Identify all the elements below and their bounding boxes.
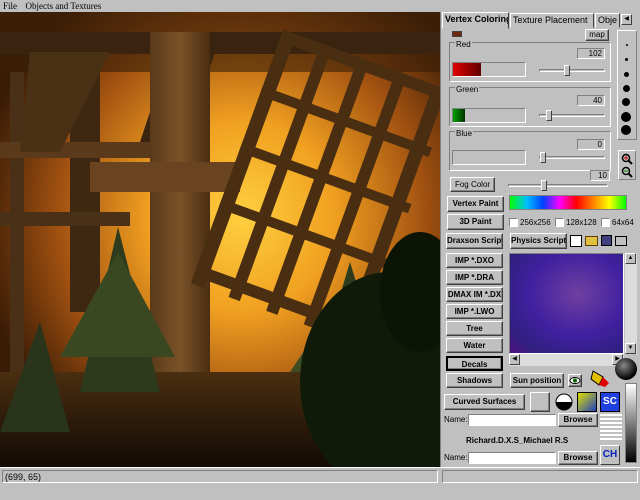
brush-size-6-icon[interactable] bbox=[621, 112, 631, 122]
physics-script-button[interactable]: Physics Script bbox=[510, 233, 567, 249]
credits-text: Richard.D.X.S_Michael R.S bbox=[466, 436, 569, 445]
name-input-2[interactable] bbox=[468, 452, 556, 464]
green-label: Green bbox=[455, 85, 480, 94]
map-button[interactable]: map bbox=[585, 29, 609, 41]
red-label: Red bbox=[455, 40, 472, 49]
eye-icon[interactable] bbox=[568, 374, 582, 387]
tree-button[interactable]: Tree bbox=[446, 321, 503, 336]
menu-file[interactable]: File bbox=[0, 0, 20, 12]
green-slider-thumb[interactable] bbox=[546, 110, 552, 121]
name-label-1: Name: bbox=[444, 415, 468, 424]
red-swatch-frame bbox=[452, 62, 526, 77]
brush-size-3-icon[interactable] bbox=[624, 72, 629, 77]
brush-size-4-icon[interactable] bbox=[623, 85, 630, 92]
sc-button[interactable]: SC bbox=[600, 392, 620, 412]
tab-objects[interactable]: Obje bbox=[595, 13, 620, 28]
blue-slider-thumb[interactable] bbox=[540, 152, 546, 163]
imp-dxo-button[interactable]: IMP *.DXO bbox=[446, 253, 503, 268]
tab-scroll-left-icon[interactable]: ◀ bbox=[621, 14, 632, 25]
brush-size-2-icon[interactable] bbox=[625, 58, 628, 61]
green-swatch bbox=[453, 109, 465, 122]
blue-label: Blue bbox=[455, 129, 474, 138]
3d-viewport[interactable] bbox=[0, 12, 440, 467]
red-slider-thumb[interactable] bbox=[564, 65, 570, 76]
fog-value: 10 bbox=[590, 170, 610, 181]
blue-swatch bbox=[452, 150, 526, 165]
save-file-icon[interactable] bbox=[601, 235, 612, 246]
texture-128-label: 128x128 bbox=[566, 218, 597, 227]
blue-value: 0 bbox=[577, 139, 605, 150]
browse-button-2[interactable]: Browse bbox=[558, 451, 598, 465]
browse-button-1[interactable]: Browse bbox=[558, 413, 598, 427]
brush-size-1-icon[interactable] bbox=[626, 44, 628, 46]
pattern-swatch[interactable] bbox=[600, 414, 622, 442]
texture-vscroll[interactable] bbox=[625, 253, 637, 354]
color-spectrum-picker[interactable] bbox=[509, 195, 627, 210]
print-icon[interactable] bbox=[615, 236, 627, 246]
name-label-2: Name: bbox=[444, 453, 468, 462]
new-file-icon[interactable] bbox=[570, 235, 582, 247]
curved-surfaces-button[interactable]: Curved Surfaces bbox=[444, 394, 525, 410]
imp-lwo-button[interactable]: IMP *.LWO bbox=[446, 304, 503, 319]
red-value: 102 bbox=[577, 48, 605, 59]
dmax-im-dx-button[interactable]: DMAX IM *.DX bbox=[446, 287, 503, 302]
red-slider-track[interactable] bbox=[539, 69, 605, 72]
tab-vertex-coloring[interactable]: Vertex Coloring bbox=[442, 12, 509, 29]
scroll-up-icon[interactable]: ▲ bbox=[625, 253, 636, 264]
3d-paint-button[interactable]: 3D Paint bbox=[447, 214, 504, 230]
status-coords: (699, 65) bbox=[5, 472, 42, 482]
fog-slider-thumb[interactable] bbox=[541, 180, 547, 191]
texture-128-checkbox[interactable] bbox=[555, 218, 564, 227]
status-field-2 bbox=[442, 470, 638, 483]
green-swatch-frame bbox=[452, 108, 526, 123]
fog-color-button[interactable]: Fog Color bbox=[450, 177, 495, 192]
water-button[interactable]: Water bbox=[446, 338, 503, 353]
brightness-gradient[interactable] bbox=[625, 383, 637, 463]
brush-size-7-icon[interactable] bbox=[621, 125, 631, 135]
paint-bucket-icon[interactable] bbox=[589, 367, 611, 389]
texture-64-checkbox[interactable] bbox=[601, 218, 610, 227]
texture-hscroll[interactable] bbox=[509, 354, 624, 366]
decals-button[interactable]: Decals bbox=[446, 356, 503, 371]
half-moon-icon[interactable] bbox=[554, 392, 574, 412]
texture-preview[interactable] bbox=[509, 253, 624, 354]
terrain-icon[interactable] bbox=[577, 392, 597, 412]
brush-size-5-icon[interactable] bbox=[622, 98, 630, 106]
scroll-down-icon[interactable]: ▼ bbox=[625, 343, 636, 354]
vertex-paint-button[interactable]: Vertex Paint bbox=[447, 196, 504, 212]
scene-render bbox=[0, 12, 440, 467]
name-input-1[interactable] bbox=[468, 414, 556, 426]
draxson-script-button[interactable]: Draxson Script bbox=[446, 233, 503, 249]
zoom-in-icon[interactable] bbox=[621, 153, 633, 165]
texture-256-label: 256x256 bbox=[520, 218, 551, 227]
imp-dra-button[interactable]: IMP *.DRA bbox=[446, 270, 503, 285]
sphere-icon[interactable] bbox=[615, 358, 637, 380]
current-color-swatch bbox=[452, 31, 462, 37]
shadows-button[interactable]: Shadows bbox=[446, 373, 503, 388]
flat-surface-icon[interactable] bbox=[530, 392, 550, 412]
zoom-out-icon[interactable] bbox=[621, 166, 633, 178]
tab-texture-placement[interactable]: Texture Placement bbox=[510, 13, 594, 28]
red-swatch bbox=[453, 63, 481, 76]
blue-slider-track[interactable] bbox=[539, 156, 605, 159]
sun-position-button[interactable]: Sun position bbox=[510, 373, 564, 388]
ch-button[interactable]: CH bbox=[600, 445, 620, 465]
status-coords-field: (699, 65) bbox=[2, 470, 438, 483]
scroll-left-icon[interactable]: ◀ bbox=[509, 354, 520, 365]
open-file-icon[interactable] bbox=[585, 236, 598, 246]
menu-objects-textures[interactable]: Objects and Textures bbox=[23, 0, 105, 12]
fog-slider-track[interactable] bbox=[508, 184, 608, 187]
green-value: 40 bbox=[577, 95, 605, 106]
texture-256-checkbox[interactable] bbox=[509, 218, 518, 227]
texture-64-label: 64x64 bbox=[612, 218, 634, 227]
menu-bar: File Objects and Textures bbox=[0, 0, 640, 12]
